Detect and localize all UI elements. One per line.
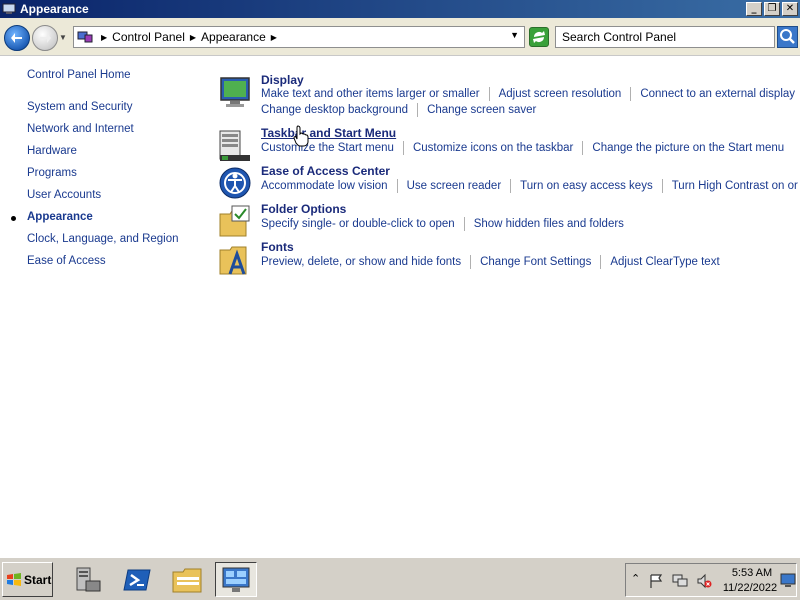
- start-button[interactable]: Start: [2, 562, 53, 597]
- link-customize-start-menu[interactable]: Customize the Start menu: [261, 142, 394, 154]
- clock-date[interactable]: 11/22/2022: [720, 582, 780, 594]
- link-change-font-settings[interactable]: Change Font Settings: [480, 256, 591, 268]
- refresh-icon: [533, 31, 545, 43]
- breadcrumb-arrow-icon[interactable]: ▶: [101, 33, 107, 42]
- sidebar: Control Panel Home System and Security N…: [0, 57, 200, 557]
- link-connect-external-display[interactable]: Connect to an external display: [640, 88, 795, 100]
- forward-arrow-icon: [40, 33, 51, 43]
- search-icon: [780, 29, 795, 44]
- link-separator: [661, 179, 663, 193]
- folder-icon: [172, 568, 202, 592]
- sidebar-item-programs[interactable]: Programs: [27, 167, 77, 179]
- show-desktop-icon[interactable]: [780, 572, 796, 588]
- start-label: Start: [24, 572, 52, 587]
- ease-of-access-center-title-link[interactable]: Ease of Access Center: [261, 164, 390, 178]
- sidebar-item-user-accounts[interactable]: User Accounts: [27, 189, 101, 201]
- sidebar-item-ease-of-access[interactable]: Ease of Access: [27, 255, 106, 267]
- taskbar-server-manager[interactable]: [66, 562, 108, 597]
- link-high-contrast[interactable]: Turn High Contrast on or off: [672, 180, 800, 192]
- fonts-title-link[interactable]: Fonts: [261, 240, 294, 254]
- display-icon: [220, 77, 250, 107]
- system-tray: ⌃ 5:53 AM 11/22/2022: [625, 563, 797, 597]
- clock-time[interactable]: 5:53 AM: [726, 567, 778, 579]
- taskbar-start-menu-title-link[interactable]: Taskbar and Start Menu: [261, 126, 396, 140]
- link-change-screen-saver[interactable]: Change screen saver: [427, 104, 536, 116]
- search-input[interactable]: Search Control Panel: [555, 26, 775, 48]
- navigation-bar: ▼ ▶ Control Panel ▶ Appearance ▶ ▼ Searc…: [0, 18, 800, 56]
- link-separator: [417, 103, 419, 117]
- title-bar: Appearance _ ❐ ✕: [0, 0, 800, 18]
- link-change-start-menu-picture[interactable]: Change the picture on the Start menu: [592, 142, 784, 154]
- address-bar[interactable]: ▶ Control Panel ▶ Appearance ▶ ▼: [73, 26, 525, 48]
- taskbar-powershell[interactable]: [116, 562, 158, 597]
- window-title: Appearance: [20, 2, 89, 16]
- breadcrumb-arrow-icon[interactable]: ▶: [190, 33, 196, 42]
- back-button[interactable]: [4, 25, 30, 51]
- display-title-link[interactable]: Display: [261, 73, 304, 87]
- link-change-desktop-background[interactable]: Change desktop background: [261, 104, 408, 116]
- link-separator: [582, 141, 584, 155]
- control-panel-icon: [77, 31, 93, 43]
- sidebar-item-control-panel-home[interactable]: Control Panel Home: [27, 69, 131, 81]
- server-manager-icon: [76, 567, 101, 591]
- link-separator: [396, 179, 398, 193]
- network-icon[interactable]: [672, 573, 688, 589]
- link-easy-access-keys[interactable]: Turn on easy access keys: [520, 180, 653, 192]
- show-hidden-icons-icon[interactable]: ⌃: [631, 572, 640, 585]
- breadcrumb-appearance[interactable]: Appearance: [201, 30, 266, 44]
- taskbar-icon: [219, 130, 250, 161]
- breadcrumb-control-panel[interactable]: Control Panel: [112, 30, 185, 44]
- folder-options-title-link[interactable]: Folder Options: [261, 202, 346, 216]
- link-adjust-resolution[interactable]: Adjust screen resolution: [499, 88, 622, 100]
- link-separator: [600, 255, 602, 269]
- windows-logo-icon: [7, 572, 21, 586]
- address-dropdown-icon[interactable]: ▼: [510, 30, 519, 40]
- active-bullet-icon: [11, 216, 16, 221]
- powershell-icon: [123, 569, 151, 590]
- link-separator: [510, 179, 512, 193]
- link-single-double-click[interactable]: Specify single- or double-click to open: [261, 218, 455, 230]
- taskbar-control-panel[interactable]: [215, 562, 257, 597]
- breadcrumb-arrow-icon[interactable]: ▶: [271, 33, 277, 42]
- taskbar-explorer[interactable]: [166, 562, 208, 597]
- link-separator: [463, 217, 465, 231]
- sidebar-item-hardware[interactable]: Hardware: [27, 145, 77, 157]
- minimize-button[interactable]: _: [746, 2, 762, 16]
- sidebar-item-appearance: Appearance: [27, 211, 93, 223]
- hand-cursor-icon: [293, 125, 309, 147]
- link-separator: [630, 87, 632, 101]
- refresh-button[interactable]: [529, 27, 549, 47]
- link-show-hidden-files[interactable]: Show hidden files and folders: [474, 218, 624, 230]
- sidebar-item-clock-language-region[interactable]: Clock, Language, and Region: [27, 233, 179, 245]
- link-separator: [488, 87, 490, 101]
- taskbar: Start ⌃ 5:53 AM 11/22/2022: [0, 557, 800, 600]
- sidebar-item-network-and-internet[interactable]: Network and Internet: [27, 123, 134, 135]
- link-use-screen-reader[interactable]: Use screen reader: [407, 180, 502, 192]
- link-customize-taskbar-icons[interactable]: Customize icons on the taskbar: [413, 142, 573, 154]
- link-adjust-cleartype[interactable]: Adjust ClearType text: [610, 256, 719, 268]
- link-preview-fonts[interactable]: Preview, delete, or show and hide fonts: [261, 256, 461, 268]
- back-arrow-icon: [11, 33, 22, 43]
- control-panel-icon: [2, 3, 16, 14]
- folder-options-icon: [219, 205, 250, 237]
- search-button[interactable]: [777, 26, 798, 48]
- link-accommodate-low-vision[interactable]: Accommodate low vision: [261, 180, 388, 192]
- volume-muted-icon[interactable]: [696, 573, 712, 589]
- forward-button[interactable]: [32, 25, 58, 51]
- link-make-text-larger[interactable]: Make text and other items larger or smal…: [261, 88, 480, 100]
- restore-button[interactable]: ❐: [764, 2, 780, 16]
- link-separator: [470, 255, 472, 269]
- close-button[interactable]: ✕: [782, 2, 798, 16]
- sidebar-item-system-and-security[interactable]: System and Security: [27, 101, 132, 113]
- recent-pages-dropdown[interactable]: ▼: [59, 33, 69, 43]
- control-panel-icon: [222, 567, 250, 592]
- link-separator: [402, 141, 404, 155]
- fonts-icon: [219, 246, 247, 275]
- action-center-flag-icon[interactable]: [648, 573, 664, 589]
- ease-of-access-icon: [219, 167, 251, 199]
